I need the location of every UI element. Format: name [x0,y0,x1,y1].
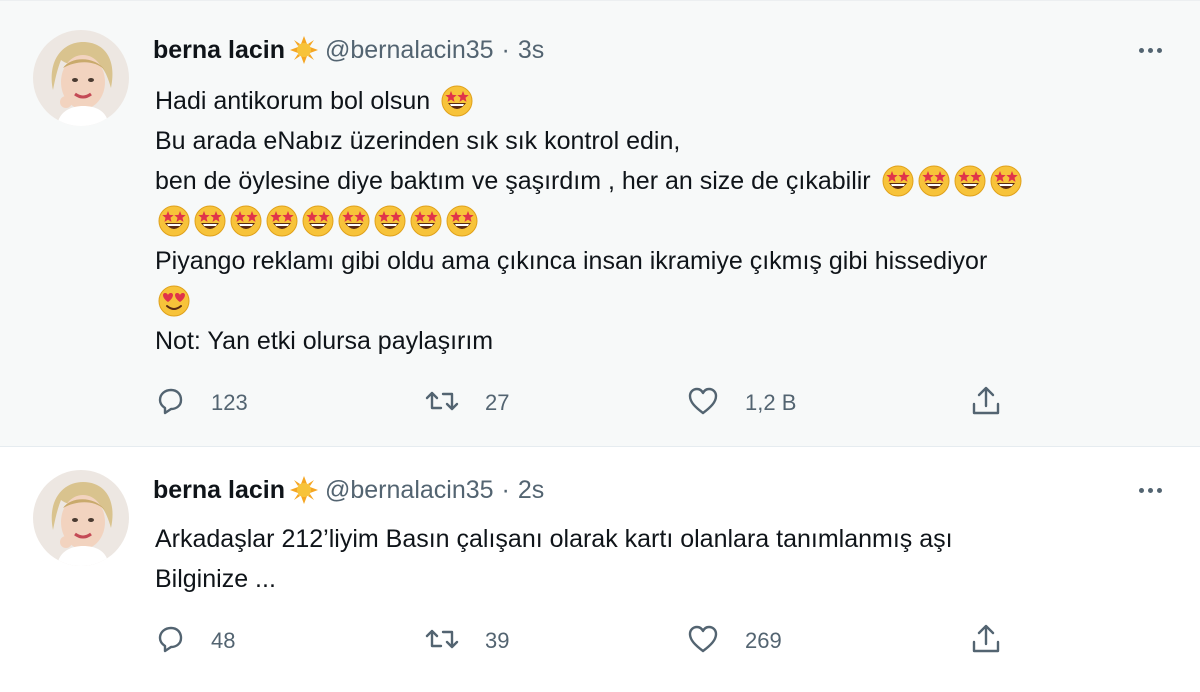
retweet-icon [425,386,459,421]
retweet-count: 39 [485,628,510,653]
star-struck-emoji-icon [229,204,263,238]
tweet-time[interactable]: 3s [518,36,544,65]
like-count: 1,2 B [745,390,797,415]
more-icon[interactable] [1132,35,1168,65]
tweet-line-text: Hadi antikorum bol olsun [155,87,431,115]
star-struck-emoji-icon [193,204,227,238]
tweet-line-text: Piyango reklamı gibi oldu ama çıkınca in… [155,247,988,275]
share-icon [970,385,1002,422]
tweet-header: berna lacin @bernalacin35 · 3s [153,30,544,70]
star-struck-emoji-icon [440,84,474,118]
star-struck-emoji-icon [917,164,951,198]
tweet-actions: 48 39 269 [155,621,1015,661]
tweet-line: ben de öylesine diye baktım ve şaşırdım … [155,161,1185,201]
heart-icon [687,624,719,659]
retweet-icon [425,624,459,659]
author-handle[interactable]: @bernalacin35 [325,36,494,65]
star-struck-emoji-icon [409,204,443,238]
sun-emoji-icon [289,35,319,65]
star-struck-emoji-icon [445,204,479,238]
sun-emoji-icon [289,475,319,505]
reply-icon [155,624,185,659]
star-struck-emoji-icon [953,164,987,198]
more-icon[interactable] [1132,475,1168,505]
tweet-line-text: Bu arada eNabız üzerinden sık sık kontro… [155,127,681,155]
share-icon [970,623,1002,660]
tweet-line [155,201,1185,241]
share-button[interactable] [970,621,1002,661]
tweet-line-text: Bilginize ... [155,565,276,593]
star-struck-emoji-icon [301,204,335,238]
tweet-line: Hadi antikorum bol olsun [155,81,1185,121]
tweet-text: Arkadaşlar 212’liyim Basın çalışanı olar… [155,519,1185,599]
reply-button[interactable]: 123 [155,383,248,423]
author-name[interactable]: berna lacin [153,36,285,65]
retweet-count: 27 [485,390,510,415]
reply-count: 48 [211,628,236,653]
tweet-line-text: Not: Yan etki olursa paylaşırım [155,327,494,355]
tweet-line [155,281,1185,321]
tweet-time[interactable]: 2s [518,476,544,505]
tweet[interactable]: berna lacin @bernalacin35 · 2s Arkadaşla… [0,446,1200,692]
tweet-actions: 123 27 1,2 B [155,383,1015,423]
separator-dot: · [501,475,510,504]
retweet-button[interactable]: 27 [425,383,509,423]
tweet-line-text: ben de öylesine diye baktım ve şaşırdım … [155,167,871,195]
star-struck-emoji-icon [157,204,191,238]
tweet-line: Bilginize ... [155,559,1185,599]
tweet-line: Arkadaşlar 212’liyim Basın çalışanı olar… [155,519,1185,559]
star-struck-emoji-icon [265,204,299,238]
avatar[interactable] [33,470,129,566]
star-struck-emoji-icon [337,204,371,238]
tweet-line: Not: Yan etki olursa paylaşırım [155,321,1185,361]
share-button[interactable] [970,383,1002,423]
heart-eyes-emoji-icon [157,284,191,318]
like-count: 269 [745,628,782,653]
tweet-line-text: Arkadaşlar 212’liyim Basın çalışanı olar… [155,525,953,553]
star-struck-emoji-icon [881,164,915,198]
star-struck-emoji-icon [989,164,1023,198]
heart-icon [687,386,719,421]
author-name[interactable]: berna lacin [153,476,285,505]
tweet-header: berna lacin @bernalacin35 · 2s [153,470,544,510]
like-button[interactable]: 269 [687,621,782,661]
separator-dot: · [501,35,510,64]
tweet-line: Piyango reklamı gibi oldu ama çıkınca in… [155,241,1185,281]
reply-icon [155,386,185,421]
reply-button[interactable]: 48 [155,621,235,661]
star-struck-emoji-icon [373,204,407,238]
avatar[interactable] [33,30,129,126]
tweet-text: Hadi antikorum bol olsun Bu arada eNabız … [155,81,1185,361]
retweet-button[interactable]: 39 [425,621,509,661]
author-handle[interactable]: @bernalacin35 [325,476,494,505]
tweet[interactable]: berna lacin @bernalacin35 · 3s Hadi anti… [0,0,1200,447]
tweet-line: Bu arada eNabız üzerinden sık sık kontro… [155,121,1185,161]
like-button[interactable]: 1,2 B [687,383,796,423]
reply-count: 123 [211,390,248,415]
